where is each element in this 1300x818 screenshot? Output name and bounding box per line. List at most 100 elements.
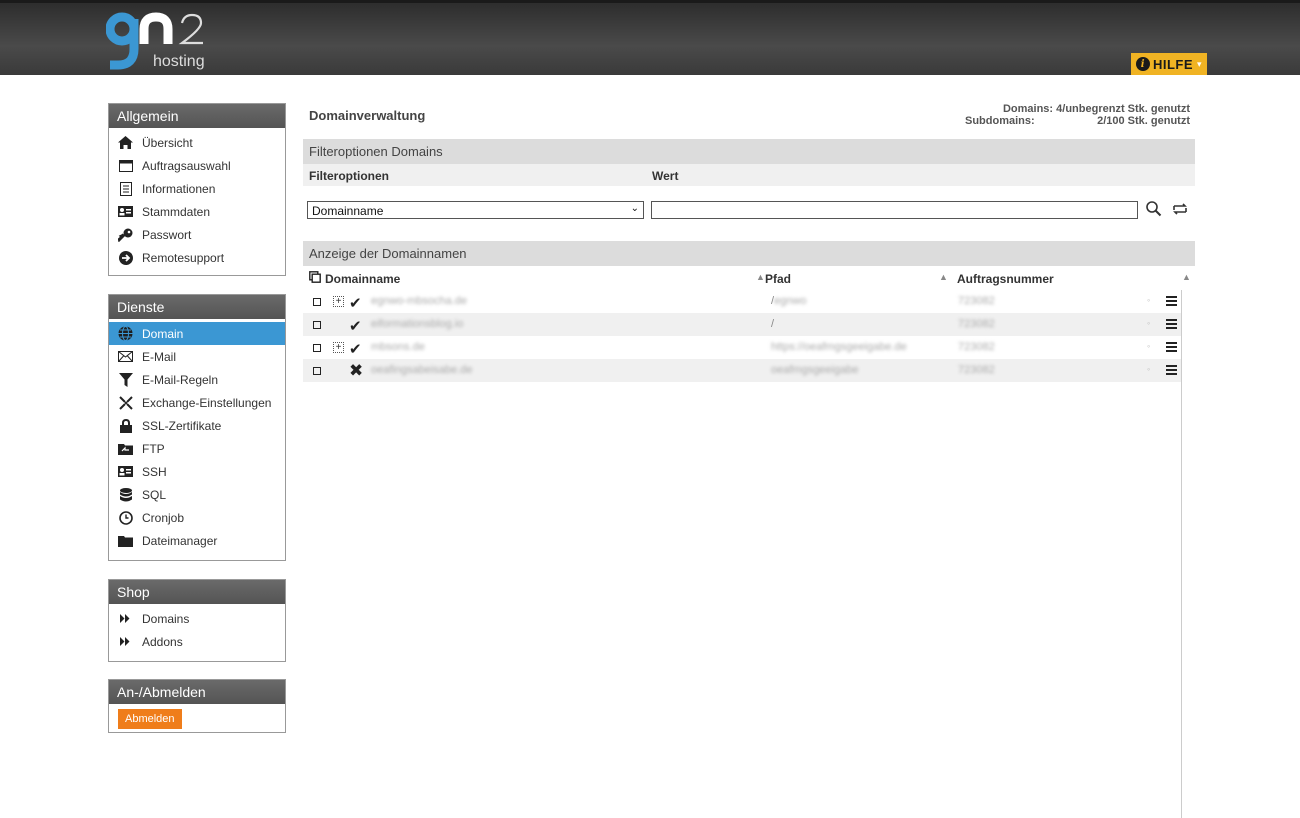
domain-name[interactable]: egnwo-mbsocha.de <box>371 295 467 307</box>
checkmark-icon: ✔ <box>349 318 362 335</box>
row-checkbox[interactable] <box>313 367 321 375</box>
sort-icon[interactable]: ▲ <box>756 272 765 282</box>
domain-list-section-header: Anzeige der Domainnamen <box>303 241 1195 266</box>
sidebar-item-ssl-zertifikate[interactable]: SSL-Zertifikate <box>109 414 285 437</box>
sidebar-box-auth: An-/Abmelden Abmelden <box>108 679 286 733</box>
status-dot-icon: ◦ <box>1147 364 1151 374</box>
usage-summary: Domains: 4/unbegrenzt Stk. genutzt Subdo… <box>950 103 1190 127</box>
hamburger-menu-icon[interactable] <box>1166 365 1177 375</box>
document-icon <box>118 181 133 196</box>
subdomains-usage-value: 2/100 Stk. genutzt <box>1097 115 1190 127</box>
hamburger-menu-icon[interactable] <box>1166 342 1177 352</box>
sidebar-item-stammdaten[interactable]: Stammdaten <box>109 200 285 223</box>
order-number: 723082 <box>958 295 995 307</box>
sidebar-item-uebersicht[interactable]: Übersicht <box>109 131 285 154</box>
domain-path-value: https://oeafmgsgeeigabe.de <box>771 341 907 353</box>
domains-usage-value: 4/unbegrenzt Stk. genutzt <box>1056 103 1190 115</box>
sidebar-item-cronjob[interactable]: Cronjob <box>109 506 285 529</box>
expand-icon[interactable]: + <box>333 342 344 353</box>
table-row[interactable]: ✔ eiformationsblog.io / 723082 ◦ <box>303 313 1181 336</box>
sidebar-item-ssh[interactable]: SSH <box>109 460 285 483</box>
logo[interactable]: hosting <box>106 9 236 71</box>
sidebar-item-label: Domains <box>142 611 190 626</box>
domain-path: /egnwo <box>771 295 806 307</box>
table-row[interactable]: + ✔ egnwo-mbsocha.de /egnwo 723082 ◦ <box>303 290 1181 313</box>
svg-text:hosting: hosting <box>153 53 205 70</box>
sidebar-box-title: Dienste <box>109 295 285 319</box>
reset-filter-button[interactable] <box>1172 202 1188 216</box>
table-scrollbar[interactable] <box>1181 290 1182 818</box>
sidebar-box-shop: Shop Domains Addons <box>108 579 286 662</box>
filter-option-header: Filteroptionen <box>309 169 389 183</box>
table-header: Domainname ▲ Pfad ▲ Auftragsnummer ▲ <box>303 266 1195 290</box>
row-checkbox[interactable] <box>313 298 321 306</box>
row-checkbox[interactable] <box>313 321 321 329</box>
ftp-icon <box>118 441 133 456</box>
arrow-circle-icon <box>118 250 133 265</box>
terminal-icon <box>118 464 133 479</box>
sidebar-item-domain[interactable]: Domain <box>109 322 285 345</box>
page-title: Domainverwaltung <box>309 108 426 123</box>
window-icon <box>118 158 133 173</box>
domain-name[interactable]: mbsons.de <box>371 341 425 353</box>
exchange-icon <box>118 395 133 410</box>
sidebar-item-shop-domains[interactable]: Domains <box>109 607 285 630</box>
sidebar-item-label: Exchange-Einstellungen <box>142 395 272 410</box>
sidebar-item-email-regeln[interactable]: E-Mail-Regeln <box>109 368 285 391</box>
search-button[interactable] <box>1145 200 1163 218</box>
folder-icon <box>118 533 133 548</box>
checkmark-icon: ✔ <box>349 341 362 358</box>
status-dot-icon: ◦ <box>1147 318 1151 328</box>
filter-value-header: Wert <box>652 169 679 183</box>
filter-section-header: Filteroptionen Domains <box>303 139 1195 164</box>
domain-path: oeafmgsgeeigabe <box>771 364 858 376</box>
caret-down-icon: ▾ <box>1197 58 1203 69</box>
filter-option-select[interactable]: Domainname ⌄ <box>307 201 644 219</box>
sort-icon[interactable]: ▲ <box>1182 272 1191 282</box>
sidebar-item-label: Dateimanager <box>142 533 218 548</box>
sidebar-item-dateimanager[interactable]: Dateimanager <box>109 529 285 552</box>
status-dot-icon: ◦ <box>1147 341 1151 351</box>
sidebar-item-label: Remotesupport <box>142 250 225 265</box>
sidebar-item-auftragsauswahl[interactable]: Auftragsauswahl <box>109 154 285 177</box>
double-chevron-icon <box>118 634 133 649</box>
sidebar-item-ftp[interactable]: FTP <box>109 437 285 460</box>
help-label: HILFE <box>1152 56 1194 72</box>
table-row[interactable]: ✖ oeafingsabeisabe.de oeafmgsgeeigabe 72… <box>303 359 1181 382</box>
domain-path: https://oeafmgsgeeigabe.de <box>771 341 907 353</box>
sidebar-item-shop-addons[interactable]: Addons <box>109 630 285 653</box>
hamburger-menu-icon[interactable] <box>1166 319 1177 329</box>
help-button[interactable]: i HILFE ▾ <box>1131 53 1207 75</box>
swap-icon <box>1173 203 1187 215</box>
order-number: 723082 <box>958 364 995 376</box>
sidebar-item-passwort[interactable]: Passwort <box>109 223 285 246</box>
column-header-domainname[interactable]: Domainname <box>325 272 400 286</box>
search-icon <box>1146 201 1162 217</box>
globe-icon <box>118 326 133 341</box>
sidebar-item-remotesupport[interactable]: Remotesupport <box>109 246 285 269</box>
logout-button[interactable]: Abmelden <box>118 709 182 729</box>
domain-name[interactable]: oeafingsabeisabe.de <box>371 364 473 376</box>
filter-option-selected: Domainname <box>312 204 384 218</box>
hamburger-menu-icon[interactable] <box>1166 296 1177 306</box>
expand-icon[interactable]: + <box>333 296 344 307</box>
status-dot-icon: ◦ <box>1147 295 1151 305</box>
table-row[interactable]: + ✔ mbsons.de https://oeafmgsgeeigabe.de… <box>303 336 1181 359</box>
column-header-auftragsnummer[interactable]: Auftragsnummer <box>957 272 1054 286</box>
sidebar-item-exchange-einstellungen[interactable]: Exchange-Einstellungen <box>109 391 285 414</box>
column-header-pfad[interactable]: Pfad <box>765 272 791 286</box>
row-checkbox[interactable] <box>313 344 321 352</box>
sidebar-item-informationen[interactable]: Informationen <box>109 177 285 200</box>
filter-value-input[interactable] <box>651 201 1138 219</box>
sidebar-item-label: SSH <box>142 464 167 479</box>
domain-name[interactable]: eiformationsblog.io <box>371 318 463 330</box>
select-all-icon[interactable] <box>309 271 321 286</box>
database-icon <box>118 487 133 502</box>
sidebar-box-allgemein: Allgemein Übersicht Auftragsauswahl Info… <box>108 103 286 276</box>
domain-path: / <box>771 318 774 330</box>
sidebar-item-label: E-Mail-Regeln <box>142 372 219 387</box>
sidebar-item-sql[interactable]: SQL <box>109 483 285 506</box>
sort-icon[interactable]: ▲ <box>939 272 948 282</box>
sidebar-item-email[interactable]: E-Mail <box>109 345 285 368</box>
error-x-icon: ✖ <box>349 361 364 380</box>
